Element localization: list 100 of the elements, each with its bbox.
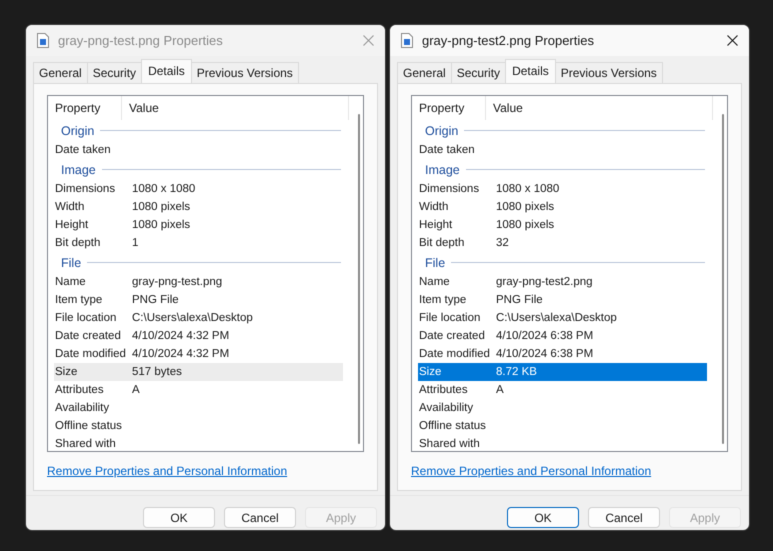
property-name: Date created [54,330,122,342]
property-row[interactable]: Dimensions 1080 x 1080 [418,180,707,198]
property-value: 4/10/2024 6:38 PM [496,330,594,342]
property-name: Height [54,219,90,231]
property-name: Attributes [418,384,469,396]
property-name: Size [54,366,78,378]
property-row[interactable]: Name gray-png-test.png [54,273,343,291]
property-row[interactable]: Bit depth 32 [418,234,707,252]
dialog-button[interactable]: Cancel [224,507,296,528]
property-name: Offline status [418,420,487,432]
remove-properties-link[interactable]: Remove Properties and Personal Information [411,464,652,478]
property-name: Availability [418,402,474,414]
property-name: Date modified [54,348,127,360]
property-row[interactable]: File location C:\Users\alexa\Desktop [54,309,343,327]
property-row[interactable]: Offline status [54,417,343,435]
remove-properties-link[interactable]: Remove Properties and Personal Information [47,464,288,478]
property-row[interactable]: Date created 4/10/2024 6:38 PM [418,327,707,345]
property-row[interactable]: Attributes A [54,381,343,399]
dialog-button[interactable]: Cancel [588,507,660,528]
property-name: Size [418,366,442,378]
dialog-button[interactable]: OK [507,507,579,528]
property-row[interactable]: Name gray-png-test2.png [418,273,707,291]
group-header: File [61,256,82,270]
property-name: Offline status [54,420,123,432]
tab[interactable]: General [33,62,88,83]
property-value: 8.72 KB [496,366,537,378]
property-name: Availability [54,402,110,414]
property-row[interactable]: Date modified 4/10/2024 4:32 PM [54,345,343,363]
column-header[interactable]: Property [48,96,122,120]
property-row[interactable]: Shared with [54,435,343,451]
property-name: File location [54,312,118,324]
property-name: Width [418,201,450,213]
property-name: Date created [418,330,486,342]
property-row[interactable]: Date created 4/10/2024 4:32 PM [54,327,343,345]
group-header: Origin [61,124,94,138]
property-value: 4/10/2024 4:32 PM [132,348,230,360]
property-value: 517 bytes [132,366,182,378]
property-row[interactable]: Size 517 bytes [54,363,343,381]
property-value: 1080 pixels [132,219,190,231]
property-name: Attributes [54,384,105,396]
property-row[interactable]: Attributes A [418,381,707,399]
property-row[interactable]: Date taken [418,141,707,159]
property-value: 1 [132,237,138,249]
scrollbar[interactable] [722,114,724,444]
property-value: A [132,384,140,396]
property-row[interactable]: Item type PNG File [418,291,707,309]
group-header: File [425,256,446,270]
tab[interactable]: Previous Versions [554,62,663,83]
property-name: Item type [54,294,104,306]
scrollbar[interactable] [358,114,360,444]
property-row[interactable]: Availability [418,399,707,417]
property-name: Dimensions [54,183,116,195]
file-icon [401,33,413,48]
property-row[interactable]: Date taken [54,141,343,159]
property-name: Dimensions [418,183,480,195]
property-value: A [496,384,504,396]
property-name: Date modified [418,348,491,360]
group-header: Origin [425,124,458,138]
property-value: 1080 pixels [496,219,554,231]
property-row[interactable]: Size 8.72 KB [418,363,707,381]
tab[interactable]: Details [141,59,192,83]
property-name: Date taken [54,144,112,156]
property-name: Date taken [418,144,476,156]
property-row[interactable]: Item type PNG File [54,291,343,309]
property-row[interactable]: Dimensions 1080 x 1080 [54,180,343,198]
property-row[interactable]: Width 1080 pixels [54,198,343,216]
property-value: gray-png-test.png [132,276,222,288]
property-value: 4/10/2024 6:38 PM [496,348,594,360]
property-name: Width [54,201,86,213]
property-value: PNG File [132,294,179,306]
property-name: Bit depth [418,237,466,249]
column-header[interactable]: Property [412,96,486,120]
column-header[interactable]: Value [122,96,349,120]
tab[interactable]: Details [505,59,556,83]
property-row[interactable]: Shared with [418,435,707,451]
property-row[interactable]: Bit depth 1 [54,234,343,252]
property-value: 32 [496,237,509,249]
property-name: Name [418,276,451,288]
property-name: Shared with [418,438,481,450]
property-name: Bit depth [54,237,102,249]
property-row[interactable]: File location C:\Users\alexa\Desktop [418,309,707,327]
tab[interactable]: Previous Versions [190,62,299,83]
property-row[interactable]: Height 1080 pixels [54,216,343,234]
property-row[interactable]: Offline status [418,417,707,435]
column-header[interactable]: Value [486,96,713,120]
property-row[interactable]: Width 1080 pixels [418,198,707,216]
property-row[interactable]: Availability [54,399,343,417]
property-row[interactable]: Date modified 4/10/2024 6:38 PM [418,345,707,363]
property-row[interactable]: Height 1080 pixels [418,216,707,234]
property-value: C:\Users\alexa\Desktop [132,312,253,324]
property-value: 4/10/2024 4:32 PM [132,330,230,342]
group-header: Image [61,162,96,176]
dialog-button[interactable]: OK [143,507,215,528]
property-value: 1080 x 1080 [132,183,196,195]
window-title: gray-png-test2.png Properties [422,33,595,48]
property-value: PNG File [496,294,543,306]
close-icon[interactable] [727,35,738,46]
property-value: C:\Users\alexa\Desktop [496,312,617,324]
tab[interactable]: General [397,62,452,83]
property-value: 1080 pixels [496,201,554,213]
